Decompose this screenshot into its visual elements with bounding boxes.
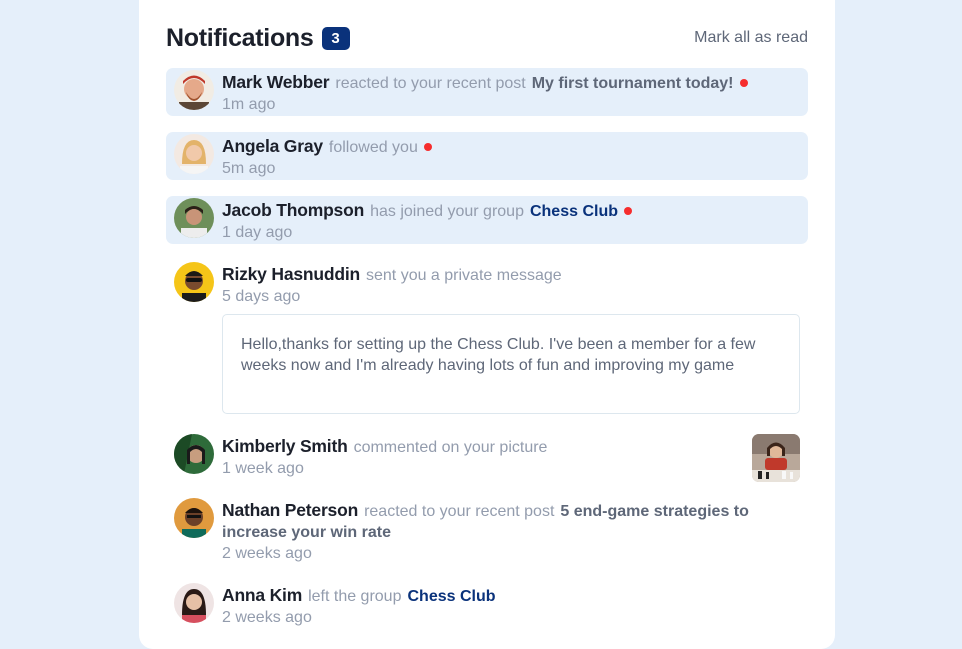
notification-item[interactable]: Mark Webber reacted to your recent post My…: [166, 68, 808, 116]
notification-action: reacted to your recent post: [364, 503, 555, 520]
avatar-jacob-thompson[interactable]: [174, 198, 214, 238]
unread-dot-icon: [739, 79, 748, 87]
page-title: Notifications: [166, 23, 314, 52]
user-name-link[interactable]: Nathan Peterson: [222, 500, 358, 520]
notification-text: Kimberly Smith commented on your picture …: [222, 436, 738, 479]
notification-item[interactable]: Nathan Peterson reacted to your recent po…: [166, 496, 808, 566]
notification-text: Nathan Peterson reacted to your recent po…: [222, 500, 794, 564]
avatar-angela-gray[interactable]: [174, 134, 214, 174]
notification-action: reacted to your recent post: [335, 75, 526, 92]
avatar-rizky-hasnuddin[interactable]: [174, 262, 214, 302]
user-name-link[interactable]: Angela Gray: [222, 136, 323, 156]
notification-action: sent you a private message: [366, 267, 562, 284]
notification-time: 5 days ago: [222, 288, 301, 305]
notification-time: 1 week ago: [222, 460, 304, 477]
notification-item[interactable]: Rizky Hasnuddin sent you a private messag…: [166, 260, 808, 308]
avatar-kimberly-smith[interactable]: [174, 434, 214, 474]
user-name-link[interactable]: Kimberly Smith: [222, 436, 348, 456]
notifications-card: Notifications 3 Mark all as read Mark We…: [139, 0, 835, 649]
chess-picture-thumbnail[interactable]: [752, 434, 800, 482]
avatar-anna-kim[interactable]: [174, 583, 214, 623]
user-name-link[interactable]: Anna Kim: [222, 585, 302, 605]
group-link[interactable]: Chess Club: [407, 588, 495, 605]
notification-time: 1m ago: [222, 96, 276, 113]
user-name-link[interactable]: Rizky Hasnuddin: [222, 264, 360, 284]
notification-action: commented on your picture: [353, 439, 548, 456]
user-name-link[interactable]: Jacob Thompson: [222, 200, 364, 220]
notification-text: Jacob Thompson has joined your group Chess…: [222, 200, 794, 243]
post-link[interactable]: My first tournament today!: [532, 75, 734, 92]
notification-text: Rizky Hasnuddin sent you a private messag…: [222, 264, 794, 307]
notification-item[interactable]: Kimberly Smith commented on your picture …: [166, 432, 808, 484]
group-link[interactable]: Chess Club: [530, 203, 618, 220]
avatar-nathan-peterson[interactable]: [174, 498, 214, 538]
notification-item[interactable]: Anna Kim left the group Chess Club 2 weeks…: [166, 581, 808, 629]
notification-action: left the group: [308, 588, 402, 605]
notifications-header: Notifications 3 Mark all as read: [166, 22, 808, 54]
notification-action: has joined your group: [370, 203, 524, 220]
private-message-preview[interactable]: Hello,thanks for setting up the Chess Cl…: [222, 314, 800, 414]
notification-time: 5m ago: [222, 160, 276, 177]
unread-dot-icon: [423, 143, 432, 151]
notification-text: Anna Kim left the group Chess Club 2 weeks…: [222, 585, 794, 628]
notification-text: Mark Webber reacted to your recent post My…: [222, 72, 794, 115]
title-wrap: Notifications 3: [166, 24, 350, 53]
notification-action: followed you: [328, 139, 418, 156]
notification-text: Angela Gray followed you 5m ago: [222, 136, 794, 179]
notification-time: 1 day ago: [222, 224, 293, 241]
mark-all-read-button[interactable]: Mark all as read: [694, 29, 808, 47]
notification-item[interactable]: Angela Gray followed you 5m ago: [166, 132, 808, 180]
notification-time: 2 weeks ago: [222, 609, 312, 626]
notification-time: 2 weeks ago: [222, 545, 312, 562]
notification-item[interactable]: Jacob Thompson has joined your group Chess…: [166, 196, 808, 244]
avatar-mark-webber[interactable]: [174, 70, 214, 110]
user-name-link[interactable]: Mark Webber: [222, 72, 330, 92]
unread-dot-icon: [623, 207, 632, 215]
unread-count-badge: 3: [321, 26, 350, 50]
